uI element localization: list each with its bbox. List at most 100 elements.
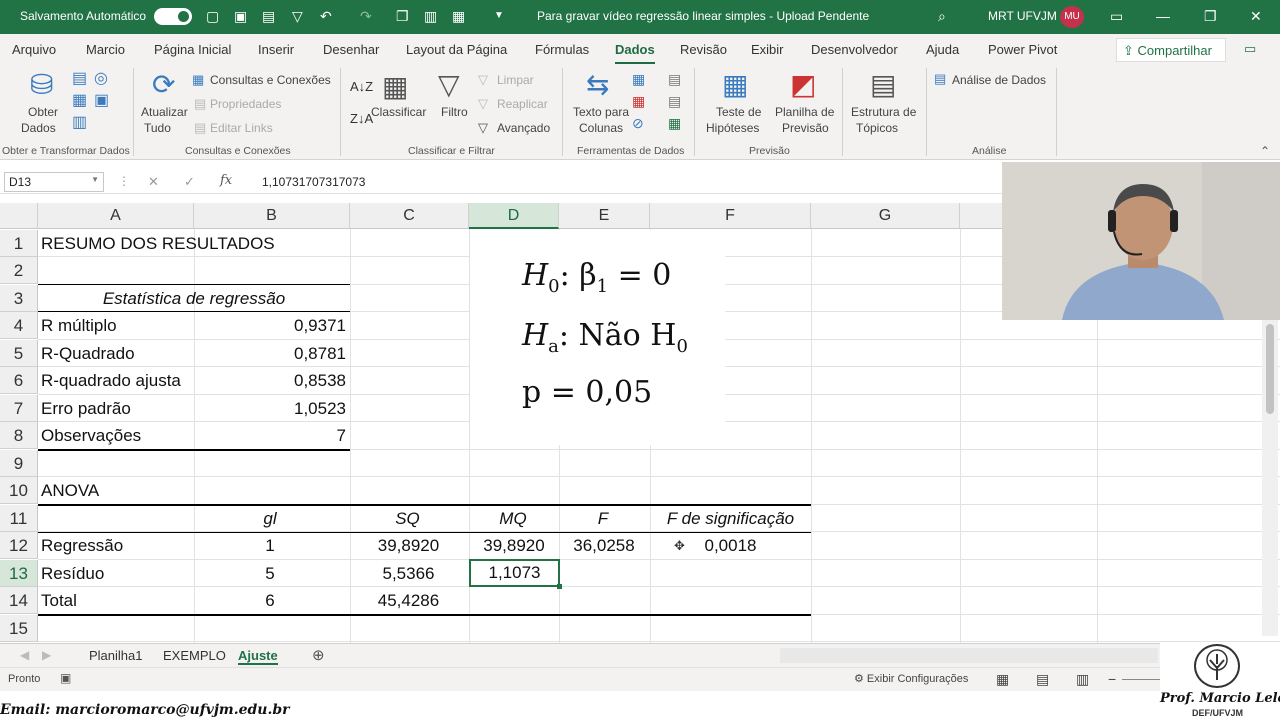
zoom-out-icon[interactable]: −: [1108, 671, 1116, 687]
data-validation-icon[interactable]: ⊘: [632, 114, 644, 132]
atualizar-label2[interactable]: Tudo: [144, 121, 171, 135]
comments-icon[interactable]: ▭: [1244, 41, 1256, 57]
page-break-view-icon[interactable]: ▥: [1076, 671, 1089, 688]
limpar-button[interactable]: Limpar: [497, 73, 534, 87]
format-painter-icon[interactable]: ▤: [262, 8, 275, 24]
tab-power-pivot[interactable]: Power Pivot: [988, 42, 1057, 57]
tab-layout[interactable]: Layout da Página: [406, 42, 507, 57]
consolidate-icon[interactable]: ▤: [668, 70, 681, 88]
row-header-8[interactable]: 8: [0, 422, 38, 449]
cell-b6[interactable]: 0,8538: [194, 367, 350, 394]
tab-revisao[interactable]: Revisão: [680, 42, 727, 57]
web-icon[interactable]: ◎: [94, 70, 108, 88]
tab-exibir[interactable]: Exibir: [751, 42, 784, 57]
tab-desenhar[interactable]: Desenhar: [323, 42, 379, 57]
insert-function-icon[interactable]: fx: [220, 173, 232, 188]
scrollbar-thumb[interactable]: [1266, 324, 1274, 414]
recent-sources-icon[interactable]: ▣: [94, 92, 109, 110]
row-header-5[interactable]: 5: [0, 340, 38, 367]
obter-dados-label[interactable]: Obter: [28, 105, 58, 119]
cell-a5[interactable]: R-Quadrado: [41, 340, 135, 367]
teste-hipoteses-label2[interactable]: Hipóteses: [706, 121, 759, 135]
tab-formulas[interactable]: Fórmulas: [535, 42, 589, 57]
collapse-ribbon-icon[interactable]: ⌃: [1260, 144, 1270, 158]
cell-b11[interactable]: gl: [194, 505, 346, 532]
cell-c14[interactable]: 45,4286: [350, 587, 467, 614]
zoom-slider[interactable]: [1122, 679, 1160, 680]
paste-special-icon[interactable]: ▥: [424, 8, 437, 24]
row-header-13[interactable]: 13: [0, 560, 38, 587]
row-header-12[interactable]: 12: [0, 532, 38, 559]
row-header-1[interactable]: 1: [0, 230, 38, 257]
estrutura-topicos-label2[interactable]: Tópicos: [856, 121, 898, 135]
undo-icon[interactable]: ↶: [320, 8, 332, 24]
name-box[interactable]: D13 ▼: [4, 172, 104, 192]
horizontal-scrollbar[interactable]: [780, 648, 1158, 663]
cell-b12[interactable]: 1: [194, 532, 346, 559]
reaplicar-button[interactable]: Reaplicar: [497, 97, 548, 111]
atualizar-label[interactable]: Atualizar: [141, 105, 188, 119]
editar-links-button[interactable]: Editar Links: [210, 121, 273, 135]
autosave-toggle[interactable]: [154, 8, 192, 25]
share-button[interactable]: ⇪ Compartilhar: [1116, 38, 1226, 62]
col-header-g[interactable]: G: [811, 203, 960, 229]
texto-colunas-label2[interactable]: Colunas: [579, 121, 623, 135]
minimize-icon[interactable]: —: [1156, 8, 1170, 24]
cell-a8[interactable]: Observações: [41, 422, 141, 449]
tab-ajuda[interactable]: Ajuda: [926, 42, 959, 57]
cell-b14[interactable]: 6: [194, 587, 346, 614]
vertical-scrollbar[interactable]: [1262, 318, 1278, 636]
sheet-tab-planilha1[interactable]: Planilha1: [89, 648, 143, 663]
col-header-c[interactable]: C: [350, 203, 469, 229]
cell-a7[interactable]: Erro padrão: [41, 395, 131, 422]
propriedades-button[interactable]: Propriedades: [210, 97, 281, 111]
cancel-icon[interactable]: ✕: [148, 174, 159, 190]
ribbon-display-icon[interactable]: ▭: [1110, 8, 1123, 24]
redo-icon[interactable]: ↷: [360, 8, 372, 24]
row-header-11[interactable]: 11: [0, 505, 38, 532]
close-icon[interactable]: ✕: [1250, 8, 1262, 24]
consultas-conexoes-button[interactable]: Consultas e Conexões: [210, 73, 331, 87]
open-icon[interactable]: ▣: [234, 8, 247, 24]
tab-arquivo[interactable]: Arquivo: [12, 42, 56, 57]
obter-dados-label2[interactable]: Dados: [21, 121, 56, 135]
col-header-a[interactable]: A: [38, 203, 194, 229]
cell-a12[interactable]: Regressão: [41, 532, 123, 559]
col-header-d[interactable]: D: [469, 203, 559, 229]
tab-dados[interactable]: Dados: [615, 42, 655, 65]
classificar-button[interactable]: Classificar: [371, 105, 426, 119]
planilha-previsao-label2[interactable]: Previsão: [782, 121, 829, 135]
cell-b4[interactable]: 0,9371: [194, 312, 350, 339]
cell-b7[interactable]: 1,0523: [194, 395, 350, 422]
existing-connections-icon[interactable]: ▥: [72, 114, 87, 132]
cell-b13[interactable]: 5: [194, 560, 346, 587]
restore-icon[interactable]: ❐: [1204, 8, 1217, 24]
select-all-corner[interactable]: [0, 203, 38, 229]
cell-c11[interactable]: SQ: [350, 505, 465, 532]
cell-a13[interactable]: Resíduo: [41, 560, 104, 587]
save-icon[interactable]: ▢: [206, 8, 219, 24]
filtro-button[interactable]: Filtro: [441, 105, 468, 119]
teste-hipoteses-label[interactable]: Teste de: [716, 105, 761, 119]
enter-icon[interactable]: ✓: [184, 174, 195, 190]
tab-pagina-inicial[interactable]: Página Inicial: [154, 42, 231, 57]
planilha-previsao-label[interactable]: Planilha de: [775, 105, 834, 119]
prev-sheet-icon[interactable]: ◀: [20, 648, 29, 662]
sort-za-icon[interactable]: Z↓A: [350, 110, 373, 128]
col-header-f[interactable]: F: [650, 203, 811, 229]
analise-dados-button[interactable]: Análise de Dados: [952, 73, 1046, 87]
formula-input[interactable]: 1,10731707317073: [262, 175, 365, 189]
text-file-icon[interactable]: ▤: [72, 70, 87, 88]
cell-a14[interactable]: Total: [41, 587, 77, 614]
row-header-14[interactable]: 14: [0, 587, 38, 614]
fill-handle[interactable]: [557, 584, 562, 589]
page-layout-view-icon[interactable]: ▤: [1036, 671, 1049, 688]
cell-e11[interactable]: F: [559, 505, 647, 532]
cell-c12[interactable]: 39,8920: [350, 532, 467, 559]
next-sheet-icon[interactable]: ▶: [42, 648, 51, 662]
macro-record-icon[interactable]: ▣: [60, 671, 71, 685]
row-header-4[interactable]: 4: [0, 312, 38, 339]
cell-d13-selected[interactable]: 1,1073: [469, 559, 560, 587]
remove-duplicates-icon[interactable]: ▦: [632, 92, 645, 110]
sort-az-icon[interactable]: A↓Z: [350, 78, 373, 96]
